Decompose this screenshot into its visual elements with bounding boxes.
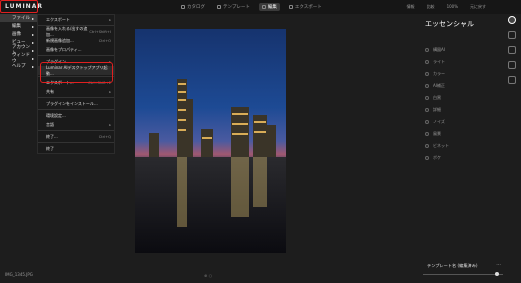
highlight-box bbox=[40, 62, 113, 83]
menu-window[interactable]: ウィンドウ ▸ bbox=[0, 53, 37, 64]
file-menu-item[interactable]: エクスポート ▸ bbox=[38, 15, 114, 24]
color-icon bbox=[425, 72, 429, 76]
chevron-right-icon: ▸ bbox=[109, 89, 111, 94]
menu-divider bbox=[38, 109, 114, 110]
light-icon bbox=[425, 60, 429, 64]
layers-icon[interactable] bbox=[508, 76, 516, 84]
menu-help[interactable]: ヘルプ ▸ bbox=[0, 62, 37, 70]
chevron-right-icon: ▸ bbox=[109, 17, 111, 22]
tool-item[interactable]: 構図AI bbox=[425, 44, 449, 56]
top-right-controls: 情報 比較 100% 元に戻す bbox=[407, 4, 486, 10]
more-icon[interactable]: ··· bbox=[496, 262, 501, 268]
templates-icon bbox=[217, 5, 221, 9]
menu-divider bbox=[38, 55, 114, 56]
undo-button[interactable]: 元に戻す bbox=[470, 4, 486, 10]
menu-edit[interactable]: 編集 ▸ bbox=[0, 22, 37, 30]
bokeh-icon bbox=[425, 156, 429, 160]
export-icon bbox=[288, 5, 293, 9]
tool-item[interactable]: ライト bbox=[425, 56, 449, 68]
composition-icon bbox=[425, 48, 429, 52]
catalog-icon bbox=[181, 5, 185, 9]
info-button[interactable]: 情報 bbox=[407, 4, 415, 10]
chevron-right-icon: ▸ bbox=[31, 31, 34, 37]
file-dropdown-menu: エクスポート ▸ 画像を入れる/出すの追加... Ctrl+Shift+I 新規画像… bbox=[37, 14, 115, 154]
vignette-icon bbox=[425, 144, 429, 148]
tool-item[interactable]: カラー bbox=[425, 68, 449, 80]
tool-item[interactable]: ビネット bbox=[425, 140, 449, 152]
chevron-right-icon: ▸ bbox=[31, 15, 34, 21]
landscape-icon bbox=[425, 132, 429, 136]
details-icon bbox=[425, 108, 429, 112]
photo-canvas[interactable] bbox=[135, 29, 286, 253]
tool-list: 構図AI ライト カラー AI補正 白黒 詳細 ノイズ 風景 ビネット ボケ bbox=[425, 44, 449, 164]
edit-icon bbox=[261, 5, 266, 9]
portrait-icon[interactable] bbox=[508, 46, 516, 54]
chevron-right-icon: ▸ bbox=[109, 122, 111, 127]
status-filename: IMG_1345.JPG bbox=[5, 272, 33, 277]
file-menu-item[interactable]: 画像を入れる/出すの追加... Ctrl+Shift+I bbox=[38, 26, 114, 37]
menu-divider bbox=[38, 97, 114, 98]
chevron-right-icon: ▸ bbox=[31, 63, 34, 69]
creative-icon[interactable] bbox=[508, 31, 516, 39]
city-night-photo bbox=[135, 29, 286, 253]
preset-bar: テンプレート名 (編集済み) ··· bbox=[420, 255, 521, 283]
tool-item[interactable]: ボケ bbox=[425, 152, 449, 164]
noise-icon bbox=[425, 120, 429, 124]
panel-title: エッセンシャル bbox=[425, 20, 474, 28]
menu-divider bbox=[38, 130, 114, 131]
menu-divider bbox=[38, 142, 114, 143]
mode-tabs: カタログ テンプレート 編集 エクスポート bbox=[178, 3, 325, 11]
file-menu-item[interactable]: 環境設定... bbox=[38, 111, 114, 120]
tool-item[interactable]: 白黒 bbox=[425, 92, 449, 104]
menu-file[interactable]: ファイル ▸ bbox=[0, 14, 37, 22]
file-menu-item[interactable]: 共有 ▸ bbox=[38, 87, 114, 96]
chevron-right-icon: ▸ bbox=[31, 23, 34, 29]
essentials-icon[interactable] bbox=[508, 16, 516, 24]
chevron-right-icon: ▸ bbox=[31, 55, 34, 61]
right-tool-icons bbox=[508, 16, 518, 91]
logo-highlight-box bbox=[0, 0, 38, 13]
chevron-right-icon: ▸ bbox=[31, 39, 34, 45]
file-menu-item[interactable]: 終了... Ctrl+Q bbox=[38, 132, 114, 141]
bw-icon bbox=[425, 96, 429, 100]
file-menu-item[interactable]: プラグインをインストール... bbox=[38, 99, 114, 108]
tab-edit[interactable]: 編集 bbox=[258, 3, 280, 11]
tab-templates[interactable]: テンプレート bbox=[214, 3, 253, 11]
tool-item[interactable]: 詳細 bbox=[425, 104, 449, 116]
tool-item[interactable]: ノイズ bbox=[425, 116, 449, 128]
pro-icon[interactable] bbox=[508, 61, 516, 69]
tool-item[interactable]: 風景 bbox=[425, 128, 449, 140]
right-panel: エッセンシャル 構図AI ライト カラー AI補正 白黒 詳細 ノイズ 風景 ビ… bbox=[420, 14, 521, 283]
main-menu: ファイル ▸ 編集 ▸ 画像 ▸ ビュー ▸ アカウント ▸ ウィンドウ ▸ ヘルプ ▸ bbox=[0, 14, 37, 70]
file-menu-item[interactable]: 画像をプロパティ... bbox=[38, 45, 114, 54]
chevron-right-icon: ▸ bbox=[31, 47, 34, 53]
tab-export[interactable]: エクスポート bbox=[286, 3, 325, 11]
menu-image[interactable]: 画像 ▸ bbox=[0, 30, 37, 38]
tool-item[interactable]: AI補正 bbox=[425, 80, 449, 92]
file-menu-item[interactable]: 言語 ▸ bbox=[38, 120, 114, 129]
compare-button[interactable]: 比較 bbox=[427, 4, 435, 10]
tab-catalog[interactable]: カタログ bbox=[178, 3, 208, 11]
file-menu-item[interactable]: 終了 bbox=[38, 144, 114, 153]
zoom-control[interactable]: ⊕ ○ bbox=[204, 273, 212, 278]
top-bar: LUMINAR カタログ テンプレート 編集 エクスポート 情報 比較 100%… bbox=[0, 0, 521, 14]
zoom-level[interactable]: 100% bbox=[447, 4, 458, 10]
slider-handle[interactable] bbox=[494, 272, 499, 276]
preset-amount-slider[interactable] bbox=[423, 274, 503, 275]
enhance-icon bbox=[425, 84, 429, 88]
